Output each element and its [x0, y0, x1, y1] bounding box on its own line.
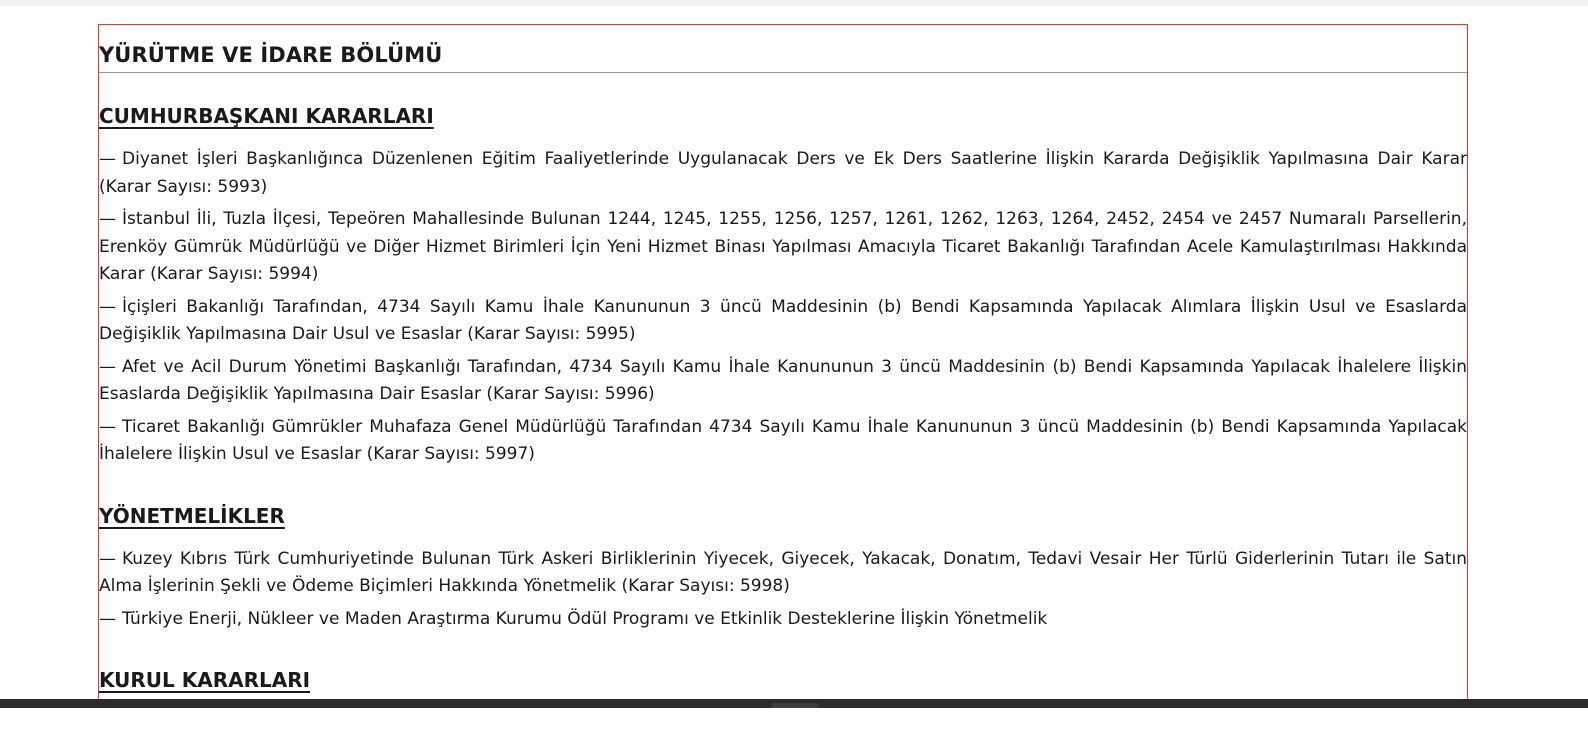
dash-glyph: — [99, 209, 116, 229]
item-text: İstanbul İli, Tuzla İlçesi, Tepeören Mah… [99, 209, 1467, 284]
item-text: Türkiye Enerji, Nükleer ve Maden Araştır… [122, 608, 1048, 629]
group-kurul-kararlari: KURUL KARARLARI [99, 638, 1467, 707]
item-text: Diyanet İşleri Başkanlığınca Düzenlenen … [99, 149, 1467, 197]
item-text: Afet ve Acil Durum Yönetimi Başkanlığı T… [99, 356, 1467, 405]
item-text: Ticaret Bakanlığı Gümrükler Muhafaza Gen… [99, 416, 1467, 465]
subsection-title-cumhurbaskani-kararlari[interactable]: CUMHURBAŞKANI KARARLARI [99, 104, 434, 128]
subsection-title-yonetmelikler[interactable]: YÖNETMELİKLER [99, 504, 285, 528]
item-text: İçişleri Bakanlığı Tarafından, 4734 Sayı… [99, 296, 1467, 345]
dash-glyph: — [99, 416, 116, 437]
regulation-list: — Kuzey Kıbrıs Türk Cumhuriyetinde Buluna… [99, 546, 1467, 634]
dash-glyph: — [99, 356, 116, 377]
dash-glyph: — [99, 149, 116, 169]
section-title: YÜRÜTME VE İDARE BÖLÜMÜ [99, 25, 1467, 73]
group-cumhurbaskani-kararlari: CUMHURBAŞKANI KARARLARI — Diyanet İşleri … [99, 73, 1467, 469]
list-item[interactable]: — Afet ve Acil Durum Yönetimi Başkanlığı … [99, 354, 1467, 409]
list-item[interactable]: — Türkiye Enerji, Nükleer ve Maden Araştı… [99, 606, 1467, 634]
horizontal-scrollbar-thumb[interactable] [772, 703, 818, 708]
content-frame: YÜRÜTME VE İDARE BÖLÜMÜ CUMHURBAŞKANI KA… [98, 24, 1468, 708]
dash-glyph: — [99, 608, 116, 629]
list-item[interactable]: — İstanbul İli, Tuzla İlçesi, Tepeören Ma… [99, 206, 1467, 289]
list-item[interactable]: — Ticaret Bakanlığı Gümrükler Muhafaza Ge… [99, 414, 1467, 469]
group-yonetmelikler: YÖNETMELİKLER — Kuzey Kıbrıs Türk Cumhuri… [99, 474, 1467, 634]
dash-glyph: — [99, 548, 116, 569]
list-item[interactable]: — Kuzey Kıbrıs Türk Cumhuriyetinde Buluna… [99, 546, 1467, 601]
dash-glyph: — [99, 296, 116, 317]
top-strip [0, 0, 1588, 6]
item-text: Kuzey Kıbrıs Türk Cumhuriyetinde Bulunan… [99, 548, 1467, 597]
decision-list: — Diyanet İşleri Başkanlığınca Düzenlenen… [99, 146, 1467, 469]
list-item[interactable]: — Diyanet İşleri Başkanlığınca Düzenlenen… [99, 146, 1467, 201]
list-item[interactable]: — İçişleri Bakanlığı Tarafından, 4734 Say… [99, 294, 1467, 349]
subsection-title-kurul-kararlari[interactable]: KURUL KARARLARI [99, 668, 310, 692]
